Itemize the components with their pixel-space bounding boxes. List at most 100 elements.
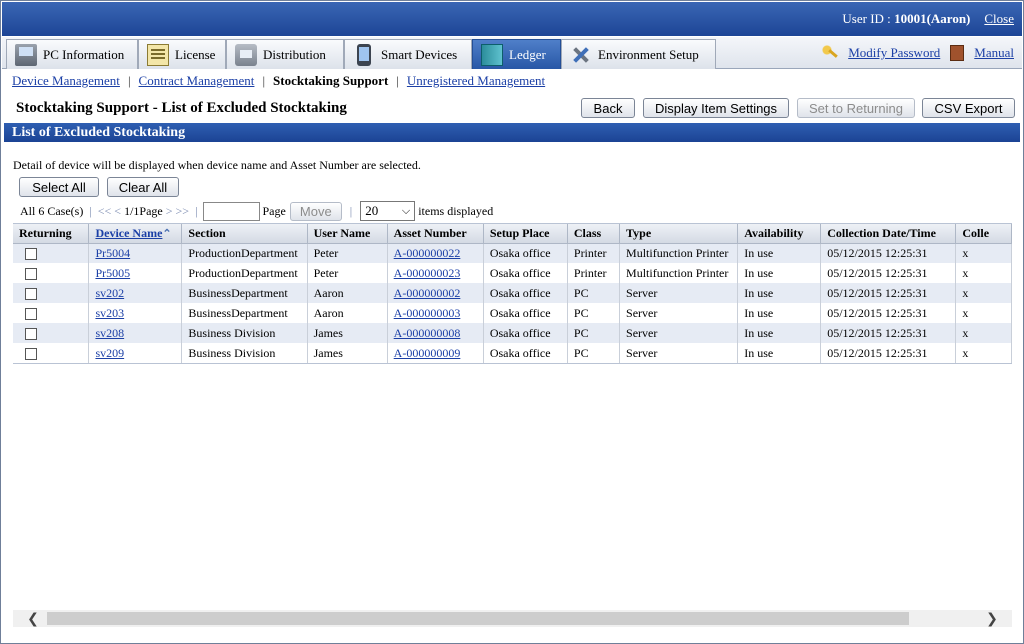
device-name-cell: sv209 (88, 343, 183, 363)
returning-checkbox[interactable] (25, 307, 37, 320)
asset-number-cell: A-000000002 (387, 283, 484, 303)
separator: | (127, 73, 131, 88)
tab-license[interactable]: License (138, 39, 226, 69)
clear-all-button[interactable]: Clear All (107, 177, 179, 197)
returning-checkbox[interactable] (25, 248, 37, 260)
table-bottom-border (13, 363, 1012, 364)
scrollbar-thumb[interactable] (47, 612, 909, 625)
subnav-contract-management[interactable]: Contract Management (139, 73, 255, 89)
col-asset-number: Asset Number (387, 224, 484, 244)
page-title: Stocktaking Support - List of Excluded S… (16, 100, 347, 116)
set-to-returning-button[interactable]: Set to Returning (797, 98, 915, 118)
returning-checkbox[interactable] (25, 267, 37, 280)
availability-cell: In use (737, 243, 822, 263)
user-name-cell: Aaron (307, 303, 388, 323)
page-label: Page (262, 203, 286, 218)
sort-device-name-link[interactable]: Device Name (95, 226, 162, 240)
tab-ledger[interactable]: Ledger (472, 39, 561, 69)
type-cell: Server (619, 323, 739, 343)
tab-environment-setup[interactable]: Environment Setup (561, 39, 716, 69)
asset-number-link[interactable]: A-000000002 (394, 286, 461, 300)
col-availability: Availability (737, 224, 822, 244)
asset-number-cell: A-000000022 (387, 243, 484, 263)
collection-datetime-cell: 05/12/2015 12:25:31 (820, 283, 957, 303)
tab-smart-devices[interactable]: Smart Devices (344, 39, 472, 69)
sub-navigation: Device Management | Contract Management … (12, 73, 545, 89)
pc-icon (15, 43, 37, 66)
setup-place-cell: Osaka office (483, 243, 568, 263)
chevron-left-icon[interactable]: ❮ (23, 610, 43, 627)
display-item-settings-button[interactable]: Display Item Settings (643, 98, 789, 118)
close-link[interactable]: Close (984, 11, 1014, 27)
table-row: sv203 BusinessDepartment Aaron A-000000003 O… (13, 303, 1012, 323)
user-name-cell: Aaron (307, 283, 388, 303)
asset-number-link[interactable]: A-000000008 (394, 326, 461, 340)
section-cell: BusinessDepartment (181, 283, 308, 303)
section-cell: BusinessDepartment (181, 303, 308, 323)
asset-number-link[interactable]: A-000000009 (394, 346, 461, 360)
select-all-button[interactable]: Select All (19, 177, 99, 197)
chevron-right-icon[interactable]: ❯ (982, 610, 1002, 627)
asset-number-link[interactable]: A-000000003 (394, 306, 461, 320)
type-cell: Server (619, 283, 739, 303)
user-name-cell: Peter (307, 263, 388, 283)
subnav-unregistered-management[interactable]: Unregistered Management (407, 73, 545, 89)
section-cell: Business Division (181, 343, 308, 363)
manual-link[interactable]: Manual (974, 45, 1014, 61)
device-name-link[interactable]: sv209 (95, 346, 124, 360)
device-name-link[interactable]: Pr5004 (95, 246, 130, 260)
device-name-link[interactable]: sv203 (95, 306, 124, 320)
class-cell: PC (567, 343, 621, 363)
page-info: 1/1Page (124, 203, 163, 218)
collection-extra-cell: x (955, 243, 1012, 263)
prev-page-link[interactable]: < (114, 204, 121, 219)
first-page-link[interactable]: << (98, 204, 112, 219)
class-cell: PC (567, 283, 621, 303)
availability-cell: In use (737, 323, 822, 343)
move-button[interactable]: Move (289, 201, 342, 221)
sort-ascending-icon: ⌃ (162, 227, 172, 240)
device-name-link[interactable]: sv208 (95, 326, 124, 340)
page-number-input[interactable] (203, 201, 261, 221)
returning-checkbox[interactable] (25, 287, 37, 300)
col-setup-place: Setup Place (483, 224, 568, 244)
back-button[interactable]: Back (581, 98, 635, 118)
returning-cell (13, 283, 90, 303)
returning-checkbox[interactable] (25, 347, 37, 360)
class-cell: PC (567, 303, 621, 323)
last-page-link[interactable]: >> (176, 204, 190, 219)
ledger-icon (481, 43, 503, 66)
detail-hint: Detail of device will be displayed when … (13, 158, 421, 172)
key-icon (822, 45, 839, 61)
csv-export-button[interactable]: CSV Export (922, 98, 1015, 118)
asset-number-link[interactable]: A-000000023 (394, 266, 461, 280)
tab-label: Smart Devices (381, 46, 458, 62)
license-icon (147, 43, 169, 66)
col-collection-extra: Colle (955, 224, 1012, 244)
table-row: sv209 Business Division James A-000000009 Os… (13, 343, 1012, 363)
collection-extra-cell: x (955, 343, 1012, 363)
type-cell: Multifunction Printer (619, 263, 739, 283)
items-per-page-select[interactable]: 20 ⌵ (360, 201, 416, 221)
availability-cell: In use (737, 263, 822, 283)
collection-extra-cell: x (955, 263, 1012, 283)
modify-password-link[interactable]: Modify Password (848, 45, 940, 61)
horizontal-scrollbar[interactable]: ❮ ❯ (13, 610, 1012, 627)
asset-number-link[interactable]: A-000000022 (394, 246, 461, 260)
user-name-cell: James (307, 343, 388, 363)
device-name-cell: sv202 (88, 283, 183, 303)
tab-label: Ledger (509, 46, 546, 62)
tab-pc-information[interactable]: PC Information (6, 39, 138, 69)
tab-distribution[interactable]: Distribution (226, 39, 344, 69)
device-name-link[interactable]: sv202 (95, 286, 124, 300)
collection-extra-cell: x (955, 303, 1012, 323)
tab-label: License (175, 46, 216, 62)
subnav-device-management[interactable]: Device Management (12, 73, 120, 89)
device-name-link[interactable]: Pr5005 (95, 266, 130, 280)
user-info: User ID : 10001(Aaron) Close (842, 11, 1014, 27)
returning-checkbox[interactable] (25, 327, 37, 340)
col-device-name[interactable]: Device Name⌃ (88, 224, 183, 244)
next-page-link[interactable]: > (166, 204, 173, 219)
app-window: User ID : 10001(Aaron) Close PC Informat… (0, 0, 1024, 644)
asset-number-cell: A-000000009 (387, 343, 484, 363)
